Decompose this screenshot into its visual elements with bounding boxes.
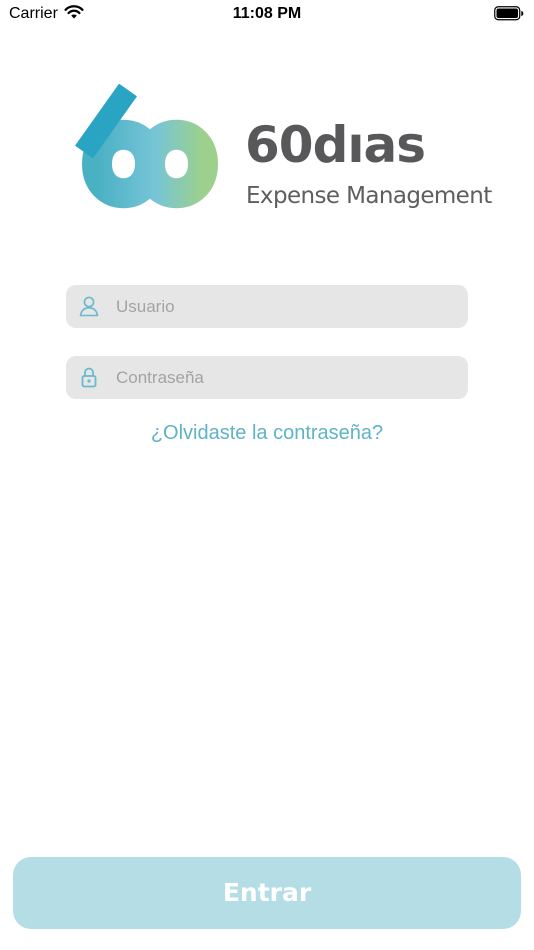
battery-icon [494, 6, 524, 26]
forgot-password-link[interactable]: ¿Olvidaste la contraseña? [0, 422, 534, 445]
lock-icon [78, 366, 100, 388]
infinity-logo-icon [75, 84, 218, 209]
password-field[interactable] [66, 356, 468, 399]
login-button[interactable]: Entrar [13, 857, 521, 929]
status-time: 11:08 PM [232, 5, 302, 22]
status-bar: Carrier 11:08 PM [0, 0, 534, 28]
username-input[interactable] [116, 285, 456, 328]
username-field[interactable] [66, 285, 468, 328]
password-input[interactable] [116, 356, 456, 399]
user-icon [78, 295, 100, 317]
app-logo: 60dıas Expense Management [64, 84, 492, 216]
brand-tagline: Expense Management [246, 183, 492, 209]
brand-name: 60dıas [245, 116, 426, 174]
